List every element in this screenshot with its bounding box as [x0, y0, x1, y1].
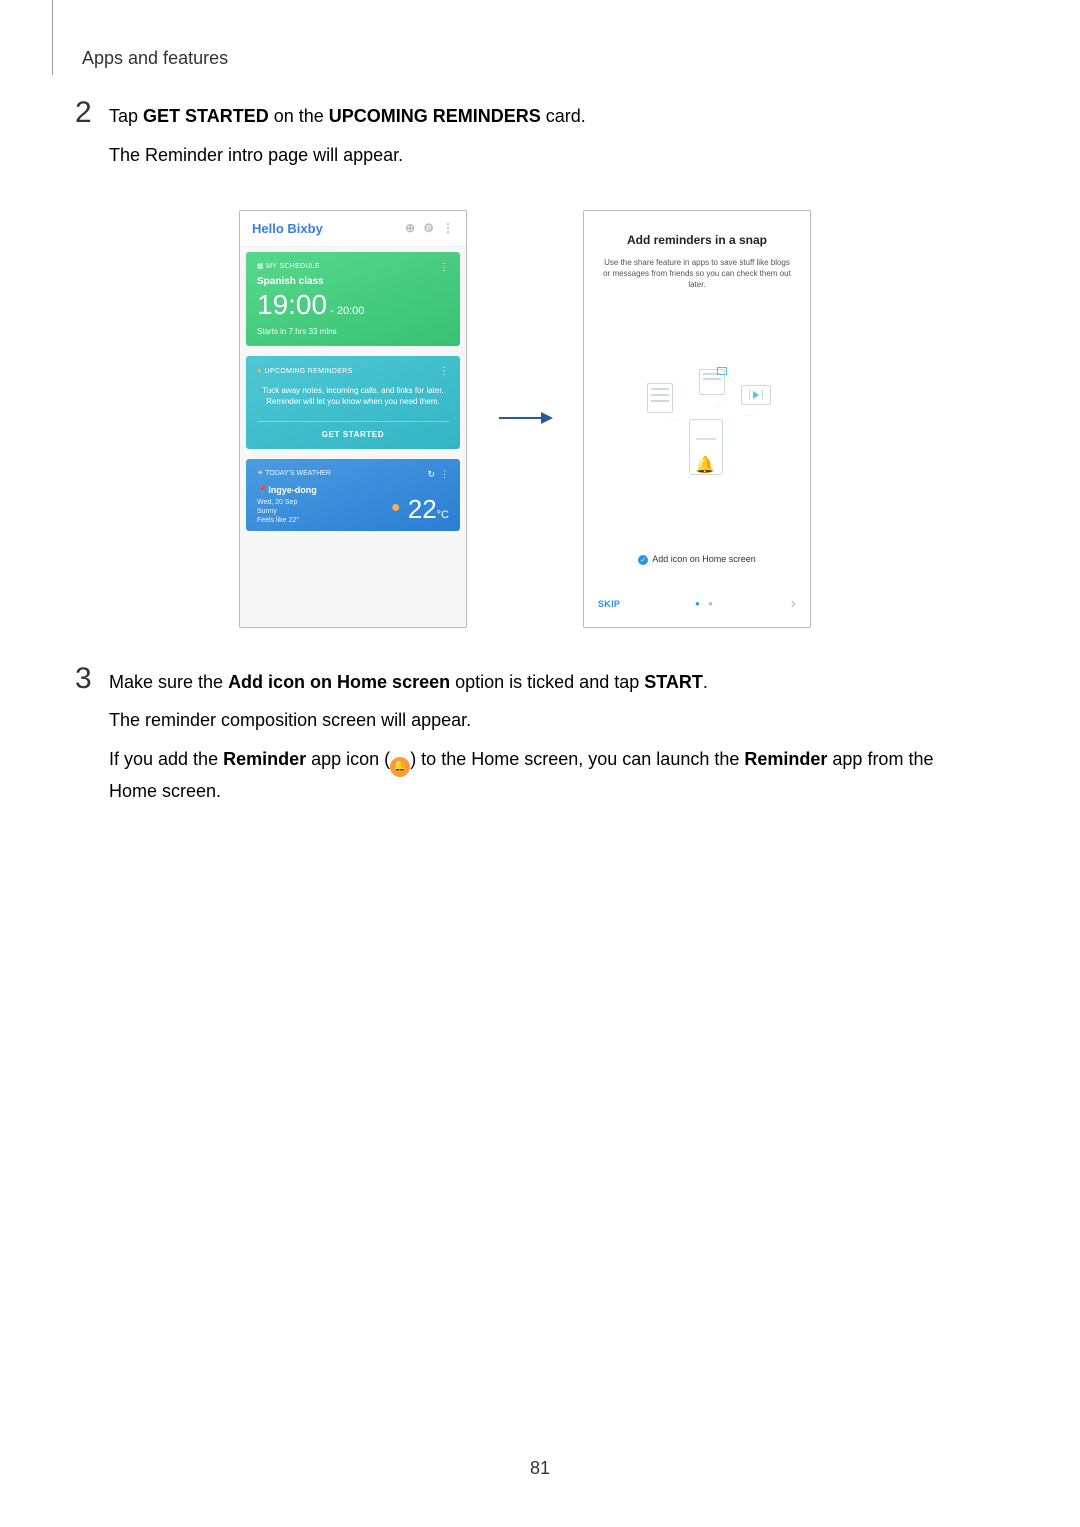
t: Make sure the — [109, 672, 228, 692]
next-arrow-icon[interactable]: › — [791, 595, 796, 613]
sun-icon: ● — [391, 499, 401, 516]
skip-button[interactable]: SKIP — [598, 599, 620, 609]
schedule-time-end: - 20:00 — [327, 305, 364, 317]
t: GET STARTED — [143, 106, 269, 126]
reminder-bullet-icon: ● — [257, 366, 265, 375]
more-icon[interactable]: ⋮ — [442, 221, 454, 235]
reminders-label: UPCOMING REMINDERS — [265, 368, 353, 375]
bixby-header: Hello Bixby ⊕ ⚙ ⋮ — [240, 211, 466, 247]
step-2: 2 Tap GET STARTED on the UPCOMING REMIND… — [75, 102, 975, 180]
arrow-right-icon — [497, 403, 553, 434]
get-started-button[interactable]: GET STARTED — [257, 421, 449, 439]
video-icon — [741, 385, 771, 405]
doc-icon — [647, 383, 673, 413]
weather-temp: 22 — [408, 494, 437, 524]
step-3-number: 3 — [75, 664, 109, 694]
section-header: Apps and features — [82, 48, 228, 69]
step-3-line-2: The reminder composition screen will app… — [109, 706, 975, 735]
step-3: 3 Make sure the Add icon on Home screen … — [75, 668, 975, 816]
sun-small-icon: ☀ — [257, 470, 265, 477]
t: app icon ( — [306, 749, 390, 769]
globe-icon[interactable]: ⊕ — [405, 221, 415, 235]
figure-row: Hello Bixby ⊕ ⚙ ⋮ ⋮ ▦ MY SCHEDULE Spanis… — [75, 210, 975, 628]
t: UPCOMING REMINDERS — [329, 106, 541, 126]
bixby-title: Hello Bixby — [252, 221, 323, 236]
card-more-icon[interactable]: ⋮ — [439, 366, 449, 377]
card-my-schedule[interactable]: ⋮ ▦ MY SCHEDULE Spanish class 19:00 - 20… — [246, 252, 460, 346]
schedule-title: Spanish class — [257, 276, 449, 287]
step-2-line-1: Tap GET STARTED on the UPCOMING REMINDER… — [109, 102, 975, 131]
add-icon-checkbox-row[interactable]: ✓ Add icon on Home screen — [584, 544, 810, 587]
weather-location: Ingye-dong — [268, 485, 317, 495]
schedule-time-main: 19:00 — [257, 289, 327, 320]
page-number: 81 — [0, 1458, 1080, 1479]
weather-temp-unit: °C — [437, 509, 449, 521]
calendar-icon: ▦ — [257, 263, 266, 270]
bell-icon: 🔔 — [695, 455, 715, 475]
step-2-line-2: The Reminder intro page will appear. — [109, 141, 975, 170]
intro-subtitle: Use the share feature in apps to save st… — [584, 257, 810, 303]
card-upcoming-reminders[interactable]: ⋮ ● UPCOMING REMINDERS Tuck away notes, … — [246, 356, 460, 449]
t: on the — [269, 106, 329, 126]
step-3-line-1: Make sure the Add icon on Home screen op… — [109, 668, 975, 697]
t: card. — [541, 106, 586, 126]
reminder-app-icon: 🔔 — [390, 757, 410, 777]
t: START — [644, 672, 703, 692]
t: option is ticked and tap — [450, 672, 644, 692]
step-2-number: 2 — [75, 98, 109, 128]
intro-illustration: · · · · · · · · 🔔 — [584, 302, 810, 544]
t: ) to the Home screen, you can launch the — [410, 749, 744, 769]
page-indicator: ● ● — [695, 599, 716, 608]
screenshot-bixby-home: Hello Bixby ⊕ ⚙ ⋮ ⋮ ▦ MY SCHEDULE Spanis… — [239, 210, 467, 628]
t: Reminder — [744, 749, 827, 769]
card-weather[interactable]: ↻ ⋮ ☀ TODAY'S WEATHER 📍Ingye-dong Wed, 2… — [246, 459, 460, 531]
reminders-desc: Tuck away notes, incoming calls, and lin… — [261, 385, 445, 407]
t: If you add the — [109, 749, 223, 769]
check-icon[interactable]: ✓ — [638, 555, 648, 565]
mail-icon — [699, 369, 725, 395]
add-icon-checkbox-label: Add icon on Home screen — [652, 554, 756, 564]
gear-icon[interactable]: ⚙ — [423, 221, 434, 235]
screenshot-reminder-intro: Add reminders in a snap Use the share fe… — [583, 210, 811, 628]
schedule-sub: Starts in 7 hrs 33 mins — [257, 327, 449, 336]
step-3-line-3: If you add the Reminder app icon (🔔) to … — [109, 745, 975, 806]
t: Add icon on Home screen — [228, 672, 450, 692]
pin-icon: 📍 — [257, 485, 268, 495]
weather-label: TODAY'S WEATHER — [265, 470, 331, 477]
t: Reminder — [223, 749, 306, 769]
intro-title: Add reminders in a snap — [584, 211, 810, 257]
schedule-label: MY SCHEDULE — [266, 263, 320, 270]
t: Tap — [109, 106, 143, 126]
t: . — [703, 672, 708, 692]
page-margin-rule — [52, 0, 53, 75]
